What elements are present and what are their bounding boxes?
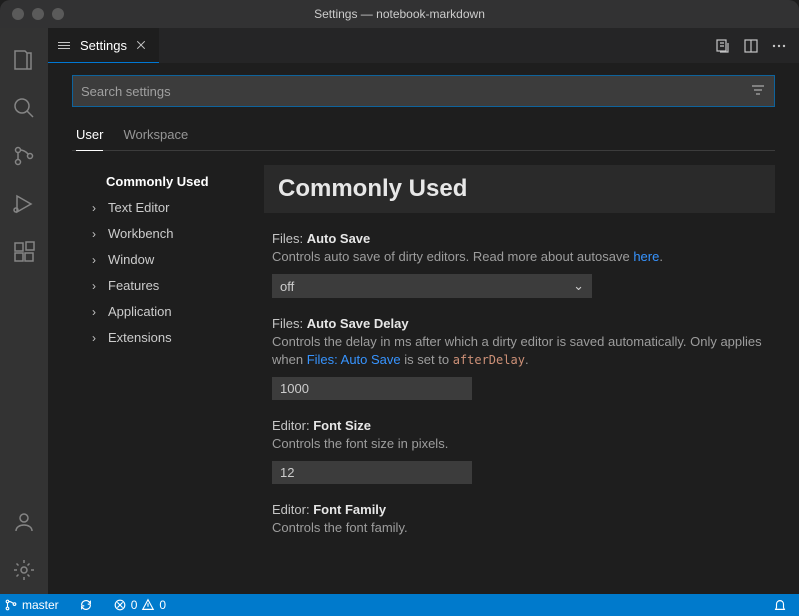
chevron-right-icon: › bbox=[92, 327, 104, 349]
toc-commonly-used[interactable]: Commonly Used bbox=[72, 169, 252, 195]
window-controls bbox=[0, 8, 64, 20]
chevron-right-icon: › bbox=[92, 249, 104, 271]
setting-auto-save: Files: Auto Save Controls auto save of d… bbox=[264, 231, 775, 298]
settings-gear-icon[interactable] bbox=[0, 546, 48, 594]
search-icon[interactable] bbox=[0, 84, 48, 132]
titlebar: Settings — notebook-markdown bbox=[0, 0, 799, 28]
tab-settings[interactable]: Settings bbox=[48, 28, 159, 63]
settings-search[interactable] bbox=[72, 75, 775, 107]
chevron-right-icon: › bbox=[92, 275, 104, 297]
split-editor-icon[interactable] bbox=[743, 38, 759, 54]
chevron-right-icon: › bbox=[92, 197, 104, 219]
setting-description: Controls the font size in pixels. bbox=[272, 435, 767, 453]
extensions-icon[interactable] bbox=[0, 228, 48, 276]
run-debug-icon[interactable] bbox=[0, 180, 48, 228]
problems-status[interactable]: 0 0 bbox=[109, 594, 170, 616]
files-auto-save-link[interactable]: Files: Auto Save bbox=[307, 352, 401, 367]
toc-window[interactable]: ›Window bbox=[72, 247, 252, 273]
section-title: Commonly Used bbox=[264, 165, 775, 213]
setting-font-family: Editor: Font Family Controls the font fa… bbox=[264, 502, 775, 537]
window-title: Settings — notebook-markdown bbox=[314, 7, 485, 21]
toc-extensions[interactable]: ›Extensions bbox=[72, 325, 252, 351]
toc-workbench[interactable]: ›Workbench bbox=[72, 221, 252, 247]
notifications-icon[interactable] bbox=[769, 594, 791, 616]
source-control-icon[interactable] bbox=[0, 132, 48, 180]
scope-tabs: User Workspace bbox=[72, 121, 775, 151]
setting-auto-save-delay: Files: Auto Save Delay Controls the dela… bbox=[264, 316, 775, 400]
sync-status[interactable] bbox=[75, 594, 97, 616]
chevron-down-icon: ⌄ bbox=[573, 278, 584, 294]
minimize-window[interactable] bbox=[32, 8, 44, 20]
open-settings-json-icon[interactable] bbox=[715, 38, 731, 54]
setting-description: Controls the font family. bbox=[272, 519, 767, 537]
auto-save-delay-input[interactable] bbox=[272, 377, 472, 400]
branch-status[interactable]: master bbox=[0, 594, 63, 616]
toc-text-editor[interactable]: ›Text Editor bbox=[72, 195, 252, 221]
settings-content: Commonly Used Files: Auto Save Controls … bbox=[252, 165, 775, 584]
accounts-icon[interactable] bbox=[0, 498, 48, 546]
setting-description: Controls auto save of dirty editors. Rea… bbox=[272, 248, 767, 266]
chevron-right-icon: › bbox=[92, 223, 104, 245]
toc-application[interactable]: ›Application bbox=[72, 299, 252, 325]
close-tab-icon[interactable] bbox=[133, 37, 149, 53]
explorer-icon[interactable] bbox=[0, 36, 48, 84]
activity-bar bbox=[0, 28, 48, 594]
more-actions-icon[interactable] bbox=[771, 38, 787, 54]
search-input[interactable] bbox=[81, 80, 750, 102]
scope-user[interactable]: User bbox=[76, 121, 103, 151]
statusbar: master 0 0 bbox=[0, 594, 799, 616]
chevron-right-icon: › bbox=[92, 301, 104, 323]
settings-toc: Commonly Used ›Text Editor ›Workbench ›W… bbox=[72, 165, 252, 584]
editor-tabs: Settings bbox=[48, 28, 799, 63]
autosave-here-link[interactable]: here bbox=[633, 249, 659, 264]
maximize-window[interactable] bbox=[52, 8, 64, 20]
tab-label: Settings bbox=[80, 38, 127, 53]
setting-font-size: Editor: Font Size Controls the font size… bbox=[264, 418, 775, 484]
auto-save-select[interactable]: off ⌄ bbox=[272, 274, 592, 298]
filter-icon[interactable] bbox=[750, 82, 766, 101]
close-window[interactable] bbox=[12, 8, 24, 20]
scope-workspace[interactable]: Workspace bbox=[123, 121, 188, 150]
settings-tab-icon bbox=[58, 42, 70, 49]
toc-features[interactable]: ›Features bbox=[72, 273, 252, 299]
setting-description: Controls the delay in ms after which a d… bbox=[272, 333, 767, 369]
font-size-input[interactable] bbox=[272, 461, 472, 484]
